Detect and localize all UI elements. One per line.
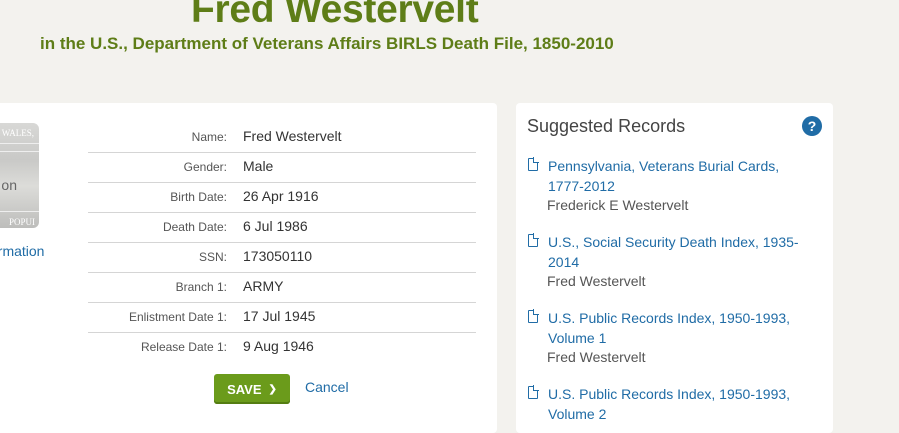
thumbnail-text-top: WALES, <box>1 128 34 138</box>
field-row-name: Name: Fred Westervelt <box>88 123 476 153</box>
field-value: 9 Aug 1946 <box>243 338 314 354</box>
record-image-thumbnail[interactable]: WALES, on POPUI <box>0 123 39 228</box>
field-label: Death Date: <box>162 220 227 234</box>
cancel-link[interactable]: Cancel <box>305 379 349 395</box>
suggested-record-link[interactable]: U.S. Public Records Index, 1950-1993, Vo… <box>548 384 818 424</box>
suggested-record-link[interactable]: Pennsylvania, Veterans Burial Cards, 177… <box>548 156 818 196</box>
field-row-birth-date: Birth Date: 26 Apr 1916 <box>88 183 476 213</box>
field-label: Name: <box>191 130 227 144</box>
field-label: Birth Date: <box>170 190 227 204</box>
suggested-record-person: Frederick E Westervelt <box>547 197 689 213</box>
field-value: Fred Westervelt <box>243 128 342 144</box>
suggested-record-link[interactable]: U.S. Public Records Index, 1950-1993, Vo… <box>548 308 818 348</box>
field-value: 173050110 <box>243 248 313 264</box>
collection-title[interactable]: in the U.S., Department of Veterans Affa… <box>40 34 614 54</box>
suggested-records-title: Suggested Records <box>527 116 686 136</box>
suggested-records-panel: Suggested Records ? Pennsylvania, Vetera… <box>516 103 833 433</box>
field-value: Male <box>243 158 274 174</box>
document-icon <box>528 157 539 171</box>
field-label: Enlistment Date 1: <box>128 310 227 324</box>
document-icon <box>528 385 539 399</box>
field-label: Gender: <box>183 160 227 174</box>
thumbnail-text-mid: on <box>1 177 17 193</box>
field-row-release-date: Release Date 1: 9 Aug 1946 <box>88 333 476 362</box>
document-icon <box>528 233 539 247</box>
field-row-gender: Gender: Male <box>88 153 476 183</box>
chevron-down-icon: ❯ <box>268 383 277 395</box>
field-value: 6 Jul 1986 <box>243 218 308 234</box>
record-fields: Name: Fred Westervelt Gender: Male Birth… <box>88 123 476 362</box>
image-information-link[interactable]: ormation <box>0 243 44 259</box>
save-button-label: SAVE <box>227 381 262 397</box>
save-button[interactable]: SAVE ❯ <box>214 374 290 404</box>
field-value: ARMY <box>243 278 284 294</box>
field-row-death-date: Death Date: 6 Jul 1986 <box>88 213 476 243</box>
page-title: Fred Westervelt <box>191 0 479 31</box>
field-value: 26 Apr 1916 <box>243 188 319 204</box>
field-value: 17 Jul 1945 <box>243 308 316 324</box>
suggested-record-link[interactable]: U.S., Social Security Death Index, 1935-… <box>548 232 818 272</box>
field-row-branch: Branch 1: ARMY <box>88 273 476 303</box>
help-icon[interactable]: ? <box>802 116 822 136</box>
thumbnail-text-bottom: POPUI <box>8 217 35 227</box>
field-label: SSN: <box>198 250 227 264</box>
document-icon <box>528 309 539 323</box>
field-label: Branch 1: <box>175 280 227 294</box>
suggested-record-person: Fred Westervelt <box>547 273 646 289</box>
field-row-ssn: SSN: 173050110 <box>88 243 476 273</box>
field-label: Release Date 1: <box>140 340 227 354</box>
field-row-enlistment-date: Enlistment Date 1: 17 Jul 1945 <box>88 303 476 333</box>
suggested-record-person: Fred Westervelt <box>547 349 646 365</box>
